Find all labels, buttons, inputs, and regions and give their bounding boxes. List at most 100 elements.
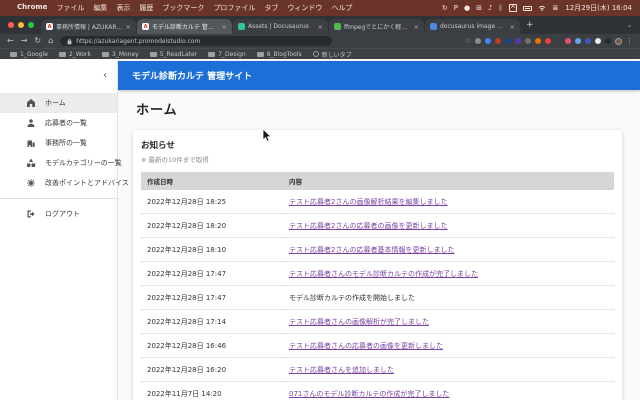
profile-avatar[interactable] [615, 38, 622, 45]
bookmark-folder-1[interactable]: 2_Work [59, 51, 91, 58]
tab-close-icon[interactable]: × [222, 23, 227, 31]
omnibox[interactable]: https://azukariagent.promodelstudio.com [60, 36, 332, 46]
browser-tab-2[interactable]: Assets | Docusaurus× [233, 19, 328, 34]
page-title: ホーム [136, 99, 640, 118]
menu-item-4[interactable]: 履歴 [139, 3, 153, 13]
table-row: 2022年12月28日 18:20テスト応募者2さんの応募者の画像を更新しました [141, 214, 614, 238]
browser-tab-3[interactable]: ffmpegでとにかく軽量なGIFを作…× [329, 19, 424, 34]
grid-icon[interactable]: ⊞ [476, 5, 482, 12]
browser-tab-4[interactable]: docusaurus image width css× [425, 19, 520, 34]
sidebar-item-4[interactable]: 改善ポイントとアドバイス [0, 173, 117, 193]
minimize-window-button[interactable] [18, 22, 24, 28]
menu-item-5[interactable]: ブックマーク [162, 3, 204, 13]
notice-link[interactable]: テスト応募者2さんの応募者基本情報を更新しました [289, 246, 454, 254]
extension-icon-0[interactable] [475, 38, 481, 44]
extension-icon-2[interactable] [495, 38, 501, 44]
main-content: ホーム お知らせ ※ 最新の10件まで取得 作成日時内容 2022年12月28日… [118, 90, 640, 400]
row-date: 2022年12月28日 16:46 [141, 334, 283, 358]
close-window-button[interactable] [8, 22, 14, 28]
menubar-clock[interactable]: 12月29日(木) 16:04 [565, 3, 632, 13]
sidebar-item-3[interactable]: モデルカテゴリーの一覧 [0, 153, 117, 173]
tab-favicon [430, 23, 437, 30]
menu-item-8[interactable]: ウィンドウ [287, 3, 322, 13]
extension-icon-11[interactable] [585, 38, 591, 44]
bookmark-folder-5[interactable]: 8_BlogTools [257, 51, 302, 58]
browser-tab-1[interactable]: Aモデル診断カルテ 管理サイト× [137, 19, 232, 34]
table-row: 2022年12月28日 17:14テスト応募者さんの画像解析が完了しました [141, 310, 614, 334]
folder-icon [208, 52, 215, 57]
sidebar-menu: ホーム応募者の一覧事務所の一覧モデルカテゴリーの一覧改善ポイントとアドバイス [0, 90, 117, 193]
chrome-menu-icon[interactable]: ⋮ [626, 37, 633, 45]
reload-icon[interactable]: ↻ [34, 37, 41, 45]
sidebar-item-label: 改善ポイントとアドバイス [45, 178, 129, 188]
extension-icon-3[interactable] [505, 38, 511, 44]
notice-link[interactable]: テスト応募者さんを追加しました [289, 366, 394, 374]
notice-link[interactable]: テスト応募者さんの画像解析が完了しました [289, 318, 429, 326]
bookmark-new-tab[interactable]: 新しいタブ [313, 50, 352, 59]
browser-tab-0[interactable]: A事務所情報 | AZUKARI Agent× [41, 19, 136, 34]
gear-icon [26, 178, 36, 188]
zoom-window-button[interactable] [28, 22, 34, 28]
wifi-icon[interactable] [538, 5, 546, 11]
extension-icon-5[interactable] [525, 38, 531, 44]
logout-icon [26, 209, 36, 219]
row-content: モデル診断カルテの作成を開始しました [283, 286, 614, 310]
bookmark-star-icon[interactable]: ☆ [465, 37, 471, 45]
sidebar-item-0[interactable]: ホーム [0, 93, 117, 113]
sidebar-collapse-chevron-icon[interactable]: ‹ [103, 71, 107, 81]
extension-icon-4[interactable] [515, 38, 521, 44]
bookmark-folder-2[interactable]: 3_Money [102, 51, 139, 58]
tab-close-icon[interactable]: × [318, 23, 323, 31]
menu-item-7[interactable]: タブ [264, 3, 278, 13]
menubar-status-area: ↻ P ● ⊞ ♪ ᛒA ≣ 12月29日(木) 16:04 [442, 3, 632, 13]
tab-close-icon[interactable]: × [414, 23, 419, 31]
sidebar-item-2[interactable]: 事務所の一覧 [0, 133, 117, 153]
menu-item-1[interactable]: ファイル [56, 3, 84, 13]
menu-item-3[interactable]: 表示 [116, 3, 130, 13]
extension-icon-6[interactable] [535, 38, 541, 44]
home-icon[interactable]: ⌂ [48, 37, 53, 45]
extension-icon-8[interactable] [555, 38, 561, 44]
back-icon[interactable]: ← [7, 37, 14, 45]
extension-icon-13[interactable] [605, 38, 611, 44]
notice-link[interactable]: テスト応募者さんのモデル診断カルテの作成が完了しました [289, 270, 478, 278]
new-tab-button[interactable]: + [520, 20, 540, 30]
notice-text: モデル診断カルテの作成を開始しました [289, 294, 415, 302]
music-icon[interactable]: ♪ [488, 5, 492, 12]
notice-link[interactable]: テスト応募者さんの応募者の画像を更新しました [289, 342, 443, 350]
battery-icon[interactable] [523, 6, 532, 11]
notice-link[interactable]: 071さんのモデル診断カルテの作成が完了しました [289, 390, 449, 398]
tab-search-caret-icon[interactable]: ⌄ [627, 22, 636, 29]
sidebar-item-logout[interactable]: ログアウト [0, 204, 117, 224]
tab-title: ffmpegでとにかく軽量なGIFを作… [344, 22, 411, 31]
notice-link[interactable]: テスト応募者2さんの応募者の画像を更新しました [289, 222, 447, 230]
row-date: 2022年12月28日 16:20 [141, 358, 283, 382]
bluetooth-icon[interactable]: ᛒ [498, 5, 502, 12]
history-icon[interactable]: ↻ [442, 5, 448, 12]
extension-icon-7[interactable] [545, 38, 551, 44]
extension-icon-10[interactable] [575, 38, 581, 44]
tab-close-icon[interactable]: × [126, 23, 131, 31]
control-center-icon[interactable]: ≣ [552, 5, 558, 12]
bookmark-folder-4[interactable]: 7_Design [208, 51, 246, 58]
extension-icon-1[interactable] [485, 38, 491, 44]
menu-item-9[interactable]: ヘルプ [331, 3, 352, 13]
app-header: モデル診断カルテ 管理サイト [118, 61, 640, 90]
parallels-icon[interactable]: P [454, 5, 458, 12]
bookmark-folder-0[interactable]: 1_Google [10, 51, 48, 58]
menu-item-6[interactable]: プロファイル [213, 3, 255, 13]
extension-icon-12[interactable] [595, 38, 601, 44]
ime-a-icon[interactable]: A [509, 4, 518, 12]
menu-item-2[interactable]: 編集 [93, 3, 107, 13]
menu-item-0[interactable]: Chrome [17, 3, 47, 13]
tab-close-icon[interactable]: × [510, 23, 515, 31]
opera-icon[interactable]: ● [464, 5, 470, 12]
sidebar-item-1[interactable]: 応募者の一覧 [0, 113, 117, 133]
notice-link[interactable]: テスト応募者2さんの画像解析結果を編集しました [289, 198, 447, 206]
forward-icon[interactable]: → [21, 37, 28, 45]
bookmark-label: 8_BlogTools [267, 51, 302, 58]
row-date: 2022年12月28日 17:47 [141, 286, 283, 310]
tab-favicon: A [142, 23, 149, 30]
bookmark-folder-3[interactable]: 5_ReadLater [150, 51, 197, 58]
extension-icon-9[interactable] [565, 38, 571, 44]
